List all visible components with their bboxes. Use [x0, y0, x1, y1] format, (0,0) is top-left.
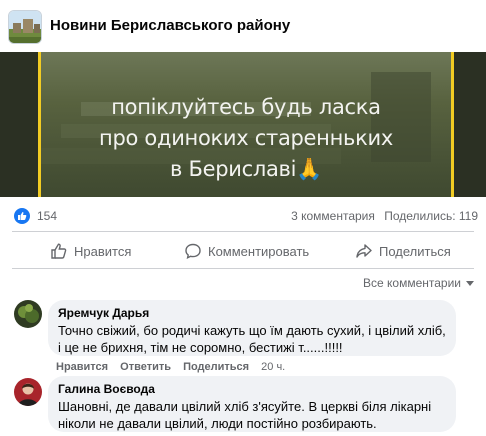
shares-count[interactable]: Поделились: 119	[384, 209, 478, 223]
comment-author[interactable]: Галина Воєвода	[58, 382, 446, 396]
comment-share-link[interactable]: Поделиться	[183, 361, 249, 373]
page-title[interactable]: Новини Бериславського району	[50, 17, 290, 34]
image-right-border	[454, 52, 486, 197]
comment-button-label: Комментировать	[208, 243, 310, 259]
post-stats: 154 3 комментария Поделились: 119	[0, 206, 486, 228]
comment-bubble: Яремчук Дарья Точно свіжий, бо родичі ка…	[48, 300, 456, 356]
comment-reply-link[interactable]: Ответить	[120, 361, 171, 373]
comment-bubble: Галина Воєвода Шановні, де давали цвілий…	[48, 376, 456, 432]
divider	[12, 268, 474, 269]
comment-like-link[interactable]: Нравится	[56, 361, 108, 373]
post-image[interactable]: попіклуйтесь будь ласка про одиноких ста…	[0, 52, 486, 197]
poster-line-3: в Бериславі🙏	[38, 154, 454, 185]
post-actions: Нравится Комментировать Поделиться	[0, 236, 486, 266]
avatar[interactable]	[14, 300, 42, 328]
comment-time[interactable]: 20 ч.	[261, 361, 285, 373]
group-avatar[interactable]	[8, 10, 42, 44]
like-reaction-icon[interactable]	[14, 208, 30, 224]
comment-actions: Нравится Ответить Поделиться 20 ч.	[56, 361, 294, 373]
share-icon	[356, 244, 372, 258]
praying-hands-emoji: 🙏	[296, 157, 322, 181]
comment-icon	[185, 243, 201, 260]
chevron-down-icon	[466, 280, 474, 286]
stats-right: 3 комментария Поделились: 119	[291, 209, 478, 223]
poster-line-2: про одиноких старенньких	[99, 126, 393, 150]
comment-text: Шановні, де давали цвілий хліб з'ясуйте.…	[58, 399, 432, 431]
like-button-label: Нравится	[74, 243, 132, 259]
poster-text: попіклуйтесь будь ласка про одиноких ста…	[38, 92, 454, 185]
poster-line-1: попіклуйтесь будь ласка	[111, 95, 381, 119]
poster-line-3-text: в Бериславі	[170, 157, 297, 181]
thumbs-up-icon	[51, 243, 67, 259]
comment-text: Точно свіжий, бо родичі кажуть що їм даю…	[58, 323, 446, 355]
like-button[interactable]: Нравится	[50, 240, 131, 262]
comments-filter-label: Все комментарии	[363, 276, 461, 290]
post-header: Новини Бериславського району	[0, 0, 486, 52]
likes-count[interactable]: 154	[37, 209, 57, 223]
comment-button[interactable]: Комментировать	[184, 240, 309, 262]
divider	[12, 231, 474, 232]
avatar[interactable]	[14, 378, 42, 406]
comments-filter[interactable]: Все комментарии	[363, 276, 474, 290]
share-button[interactable]: Поделиться	[355, 240, 451, 262]
comment-author[interactable]: Яремчук Дарья	[58, 306, 446, 320]
share-button-label: Поделиться	[379, 243, 451, 259]
image-left-border	[0, 52, 38, 197]
comments-count[interactable]: 3 комментария	[291, 209, 375, 223]
